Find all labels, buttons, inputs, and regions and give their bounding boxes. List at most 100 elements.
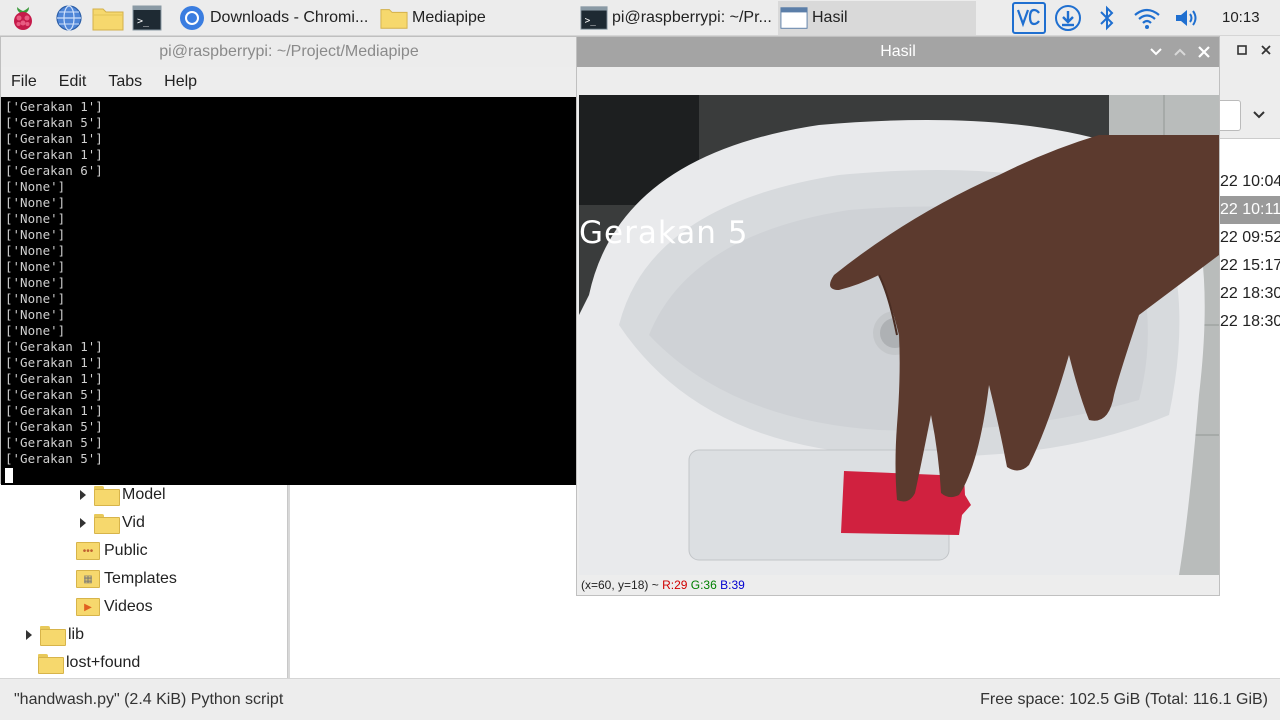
folder-icon (94, 486, 120, 506)
tree-item-templates[interactable]: ▦ Templates (76, 565, 177, 593)
videos-folder-icon: ▶ (76, 598, 100, 616)
menu-help[interactable]: Help (150, 73, 205, 91)
tree-item-label: Model (122, 486, 166, 503)
output-line: ['None'] (5, 243, 66, 258)
tree-item-lost-found[interactable]: lost+found (38, 649, 140, 677)
tree-item-label: lost+found (66, 654, 141, 671)
output-line: ['None'] (5, 195, 66, 210)
output-line: ['None'] (5, 291, 66, 306)
terminal-cursor-line (5, 467, 577, 483)
taskbar: >_ Downloads - Chromi... Mediapipe >_ pi… (0, 0, 1280, 36)
templates-folder-icon: ▦ (76, 570, 100, 588)
tree-item-label: lib (68, 626, 85, 643)
output-line: ['None'] (5, 179, 66, 194)
terminal-title[interactable]: pi@raspberrypi: ~/Project/Mediapipe (1, 37, 577, 67)
file-modified-date[interactable]: 22 10:11 (1218, 196, 1280, 224)
raspberry-menu-icon[interactable] (7, 3, 39, 33)
svg-text:>_: >_ (137, 16, 150, 27)
folder-icon (94, 514, 120, 534)
expand-arrow-icon[interactable] (26, 630, 32, 640)
output-line: ['Gerakan 6'] (5, 163, 103, 178)
svg-text:>_: >_ (585, 16, 597, 27)
tree-item-public[interactable]: ••• Public (76, 537, 148, 565)
cursor-coordinates: (x=60, y=18) ~ (581, 578, 659, 592)
wifi-icon[interactable] (1131, 2, 1163, 34)
terminal-launcher-icon[interactable]: >_ (131, 3, 163, 33)
pixel-info-bar: (x=60, y=18) ~ R:29 G:36 B:39 (581, 578, 745, 592)
task-hasil[interactable]: Hasil (778, 1, 976, 35)
task-label: Downloads - Chromi... (210, 9, 369, 26)
tree-item-model[interactable]: Model (80, 481, 166, 509)
output-line: ['Gerakan 1'] (5, 131, 103, 146)
minimize-icon[interactable] (1147, 43, 1165, 61)
folder-icon (40, 626, 66, 646)
close-icon[interactable] (1195, 43, 1213, 61)
text-cursor (5, 468, 13, 483)
task-label: pi@raspberrypi: ~/Pr... (612, 9, 772, 26)
chromium-icon (178, 4, 206, 32)
terminal-icon: >_ (580, 4, 608, 32)
file-modified-date[interactable]: 22 18:30 (1218, 308, 1280, 336)
output-line: ['Gerakan 1'] (5, 371, 103, 386)
terminal-window[interactable]: pi@raspberrypi: ~/Project/Mediapipe File… (0, 36, 577, 485)
vnc-icon[interactable] (1012, 2, 1046, 34)
bluetooth-icon[interactable] (1091, 2, 1123, 34)
output-line: ['None'] (5, 307, 66, 322)
file-modified-date[interactable]: 22 18:30 (1218, 280, 1280, 308)
output-line: ['Gerakan 1'] (5, 147, 103, 162)
output-line: ['None'] (5, 323, 66, 338)
output-line: ['Gerakan 1'] (5, 355, 103, 370)
tree-item-lib[interactable]: lib (26, 621, 84, 649)
output-line: ['Gerakan 1'] (5, 403, 103, 418)
output-line: ['Gerakan 5'] (5, 419, 103, 434)
directory-tree[interactable]: Model Vid ••• Public ▦ Templates ▶ Video… (0, 484, 288, 678)
output-line: ['Gerakan 5'] (5, 451, 103, 466)
hasil-title[interactable]: Hasil (577, 37, 1219, 67)
terminal-output[interactable]: ['Gerakan 1'] ['Gerakan 5'] ['Gerakan 1'… (1, 97, 577, 485)
volume-icon[interactable] (1171, 2, 1203, 34)
output-line: ['Gerakan 1'] (5, 339, 103, 354)
menu-file[interactable]: File (1, 73, 45, 91)
tree-item-label: Videos (104, 598, 153, 615)
camera-frame[interactable]: Gerakan 5 (579, 95, 1219, 575)
expand-arrow-icon[interactable] (80, 490, 86, 500)
output-line: ['Gerakan 5'] (5, 387, 103, 402)
file-modified-date[interactable]: 22 10:04 (1218, 168, 1280, 196)
blue-value: B:39 (720, 578, 745, 592)
green-value: G:36 (690, 578, 717, 592)
task-mediapipe-folder[interactable]: Mediapipe (378, 1, 574, 35)
file-modified-date[interactable]: 22 15:17 (1218, 252, 1280, 280)
hasil-window[interactable]: Hasil Gerakan 5 (x=60, y=18) ~ R:29 G:36… (576, 36, 1220, 596)
terminal-menubar: File Edit Tabs Help (1, 67, 577, 97)
expand-arrow-icon[interactable] (80, 518, 86, 528)
chevron-down-icon[interactable] (1250, 106, 1268, 124)
gesture-label: Gerakan 5 (579, 215, 749, 251)
output-line: ['None'] (5, 275, 66, 290)
maximize-icon[interactable] (1171, 43, 1189, 61)
file-modified-date[interactable]: 22 09:52 (1218, 224, 1280, 252)
folder-icon (380, 4, 408, 32)
output-line: ['None'] (5, 227, 66, 242)
tree-item-label: Templates (104, 570, 177, 587)
hasil-toolbar (577, 67, 1219, 95)
file-manager-window-buttons (1226, 38, 1280, 62)
tree-item-label: Public (104, 542, 148, 559)
camera-image (579, 95, 1219, 575)
tree-item-vid[interactable]: Vid (80, 509, 145, 537)
output-line: ['Gerakan 5'] (5, 435, 103, 450)
updater-download-icon[interactable] (1052, 2, 1084, 34)
clock[interactable]: 10:13 (1222, 9, 1260, 26)
status-bar: "handwash.py" (2.4 KiB) Python script Fr… (0, 678, 1280, 720)
task-terminal[interactable]: >_ pi@raspberrypi: ~/Pr... (578, 1, 776, 35)
web-browser-globe-icon[interactable] (53, 3, 85, 33)
output-line: ['Gerakan 1'] (5, 99, 103, 114)
menu-tabs[interactable]: Tabs (94, 73, 150, 91)
tree-item-videos[interactable]: ▶ Videos (76, 593, 153, 621)
output-line: ['Gerakan 5'] (5, 115, 103, 130)
task-chromium[interactable]: Downloads - Chromi... (176, 1, 372, 35)
task-label: Mediapipe (412, 9, 486, 26)
folder-icon (38, 654, 64, 674)
output-line: ['None'] (5, 259, 66, 274)
menu-edit[interactable]: Edit (45, 73, 95, 91)
file-manager-folder-icon[interactable] (91, 3, 125, 33)
